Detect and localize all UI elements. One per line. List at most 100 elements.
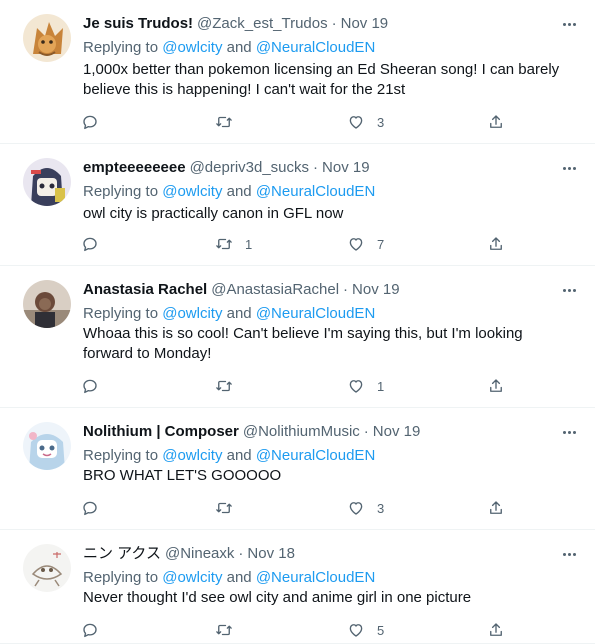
replying-to: Replying to @owlcity and @NeuralCloudEN xyxy=(83,446,375,466)
tweet[interactable]: Anastasia Rachel @AnastasiaRachel · Nov 19 … xyxy=(0,266,595,408)
like-count: 7 xyxy=(377,236,385,252)
avatar[interactable] xyxy=(23,422,71,470)
replying-to-label: Replying to xyxy=(83,305,163,322)
like-count: 5 xyxy=(377,622,385,638)
tweet[interactable]: Je suis Trudos! @Zack_est_Trudos · Nov 19 R… xyxy=(0,0,595,144)
more-icon[interactable] xyxy=(559,544,579,564)
like-button[interactable]: 3 xyxy=(347,112,387,132)
timestamp[interactable]: Nov 18 xyxy=(247,545,295,562)
avatar[interactable] xyxy=(23,280,71,328)
like-icon xyxy=(349,116,363,129)
reply-button[interactable] xyxy=(81,376,121,396)
separator: · xyxy=(238,545,244,562)
reply-icon xyxy=(83,237,97,252)
retweet-button[interactable] xyxy=(215,498,255,518)
like-count: 1 xyxy=(377,378,385,394)
tweet-actions: 3 xyxy=(81,112,511,132)
and-label: and xyxy=(222,305,256,322)
share-button[interactable] xyxy=(487,234,505,254)
mention-link[interactable]: @owlcity xyxy=(162,447,222,464)
retweet-icon xyxy=(216,624,232,636)
more-icon[interactable] xyxy=(559,422,579,442)
replying-to-label: Replying to xyxy=(83,447,163,464)
tweet[interactable]: empteeeeeeee @depriv3d_sucks · Nov 19 Reply… xyxy=(0,144,595,266)
avatar[interactable] xyxy=(23,14,71,62)
share-button[interactable] xyxy=(487,620,505,640)
like-button[interactable]: 5 xyxy=(347,620,387,640)
user-handle[interactable]: @Zack_est_Trudos xyxy=(197,15,328,32)
mention-link[interactable]: @NeuralCloudEN xyxy=(256,305,375,322)
more-icon[interactable] xyxy=(559,280,579,300)
mention-link[interactable]: @NeuralCloudEN xyxy=(256,183,375,200)
display-name[interactable]: Nolithium | Composer xyxy=(83,423,239,440)
reply-icon xyxy=(83,379,97,394)
reply-icon xyxy=(83,623,97,638)
user-handle[interactable]: @NolithiumMusic xyxy=(243,423,360,440)
mention-link[interactable]: @NeuralCloudEN xyxy=(256,39,375,56)
reply-button[interactable] xyxy=(81,112,121,132)
like-icon xyxy=(349,238,363,251)
separator: · xyxy=(363,423,369,440)
display-name[interactable]: Anastasia Rachel xyxy=(83,281,207,298)
like-count: 3 xyxy=(377,114,385,130)
avatar[interactable] xyxy=(23,158,71,206)
retweet-button[interactable] xyxy=(215,112,255,132)
display-name[interactable]: ニン アクス xyxy=(83,545,161,562)
share-icon xyxy=(490,501,502,514)
share-icon xyxy=(490,115,502,128)
retweet-button[interactable]: 1 xyxy=(215,234,255,254)
retweet-button[interactable] xyxy=(215,376,255,396)
tweet-actions: 3 xyxy=(81,498,511,518)
tweet-header: ニン アクス @Nineaxk · Nov 18 xyxy=(83,544,555,564)
tweet-header: Nolithium | Composer @NolithiumMusic · Nov … xyxy=(83,422,555,442)
like-button[interactable]: 3 xyxy=(347,498,387,518)
mention-link[interactable]: @owlcity xyxy=(162,183,222,200)
reply-button[interactable] xyxy=(81,234,121,254)
retweet-button[interactable] xyxy=(215,620,255,640)
share-button[interactable] xyxy=(487,498,505,518)
timestamp[interactable]: Nov 19 xyxy=(352,281,400,298)
like-button[interactable]: 1 xyxy=(347,376,387,396)
share-button[interactable] xyxy=(487,376,505,396)
tweet-text: owl city is practically canon in GFL now xyxy=(83,205,344,222)
replying-to-label: Replying to xyxy=(83,183,163,200)
mention-link[interactable]: @NeuralCloudEN xyxy=(256,447,375,464)
timestamp[interactable]: Nov 19 xyxy=(322,159,370,176)
reply-button[interactable] xyxy=(81,620,121,640)
display-name[interactable]: Je suis Trudos! xyxy=(83,15,193,32)
tweet[interactable]: ニン アクス @Nineaxk · Nov 18 Replying to @owlci… xyxy=(0,530,595,644)
tweet-header: Je suis Trudos! @Zack_est_Trudos · Nov 19 xyxy=(83,14,555,34)
mention-link[interactable]: @owlcity xyxy=(162,39,222,56)
tweet-text: Whoaa this is so cool! Can't believe I'm… xyxy=(83,325,523,362)
tweet-header: Anastasia Rachel @AnastasiaRachel · Nov 19 xyxy=(83,280,555,300)
like-count: 3 xyxy=(377,500,385,516)
mention-link[interactable]: @owlcity xyxy=(162,569,222,586)
retweet-icon xyxy=(216,380,232,392)
user-handle[interactable]: @AnastasiaRachel xyxy=(211,281,339,298)
user-handle[interactable]: @Nineaxk xyxy=(165,545,234,562)
timestamp[interactable]: Nov 19 xyxy=(341,15,389,32)
mention-link[interactable]: @NeuralCloudEN xyxy=(256,569,375,586)
replying-to: Replying to @owlcity and @NeuralCloudEN xyxy=(83,304,375,324)
more-icon[interactable] xyxy=(559,14,579,34)
display-name[interactable]: empteeeeeeee xyxy=(83,159,186,176)
share-button[interactable] xyxy=(487,112,505,132)
tweet-actions: 1 xyxy=(81,376,511,396)
and-label: and xyxy=(222,569,256,586)
mention-link[interactable]: @owlcity xyxy=(162,305,222,322)
timestamp[interactable]: Nov 19 xyxy=(373,423,421,440)
like-icon xyxy=(349,502,363,515)
replying-to: Replying to @owlcity and @NeuralCloudEN xyxy=(83,568,375,588)
user-handle[interactable]: @depriv3d_sucks xyxy=(190,159,309,176)
tweet-text: Never thought I'd see owl city and anime… xyxy=(83,589,472,606)
reply-button[interactable] xyxy=(81,498,121,518)
more-icon[interactable] xyxy=(559,158,579,178)
avatar[interactable] xyxy=(23,544,71,592)
tweet-text: 1,000x better than pokemon licensing an … xyxy=(83,61,560,98)
and-label: and xyxy=(222,447,256,464)
replying-to: Replying to @owlcity and @NeuralCloudEN xyxy=(83,38,375,58)
share-icon xyxy=(490,237,502,250)
tweet-actions: 5 xyxy=(81,620,511,640)
like-button[interactable]: 7 xyxy=(347,234,387,254)
tweet[interactable]: Nolithium | Composer @NolithiumMusic · Nov … xyxy=(0,408,595,530)
